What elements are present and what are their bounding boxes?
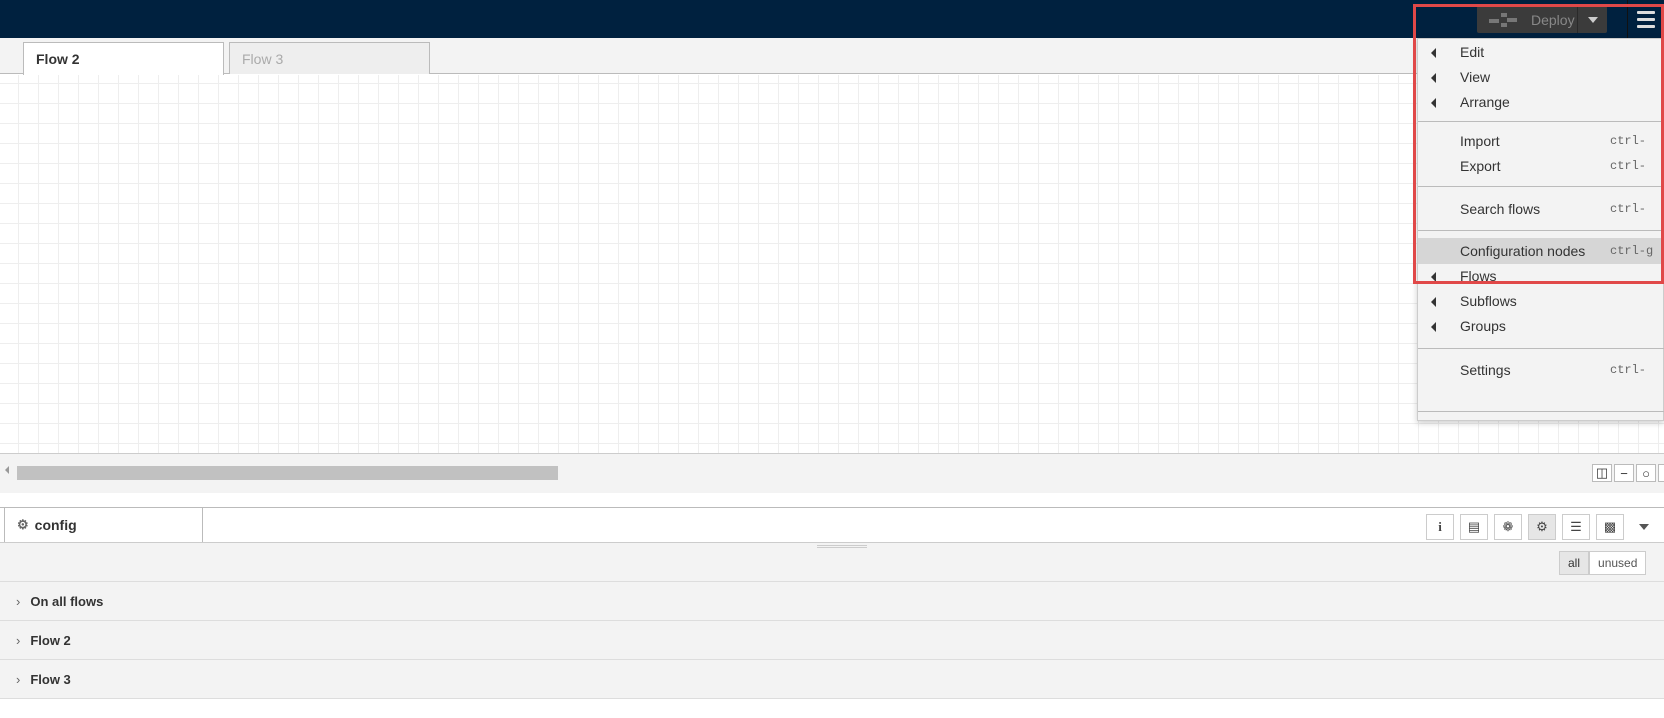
config-filter: all unused [1559, 551, 1647, 575]
menu-divider [1418, 411, 1664, 412]
chevron-right-icon: › [16, 593, 21, 609]
book-icon[interactable]: ▤ [1460, 514, 1488, 540]
caret-left-icon [1431, 73, 1436, 83]
horizontal-scrollbar[interactable] [17, 466, 558, 480]
zoom-in-icon[interactable]: + [1658, 464, 1664, 482]
chevron-down-icon[interactable] [1639, 524, 1649, 530]
chevron-right-icon: › [16, 632, 21, 648]
menu-divider [1418, 230, 1664, 231]
menu-item-configuration-nodes[interactable]: Configuration nodes ctrl-g [1418, 238, 1664, 264]
main-menu-dropdown: Edit View Arrange Import ctrl- Export ct… [1417, 38, 1664, 421]
caret-left-icon [1431, 297, 1436, 307]
caret-left-icon [1431, 322, 1436, 332]
deploy-caret-icon[interactable] [1577, 6, 1607, 33]
menu-item-search-flows[interactable]: Search flows ctrl- [1418, 196, 1664, 222]
sidebar: ⚙ config i ▤ ❁ ⚙ ☰ ▩ all unused › On all… [0, 507, 1664, 718]
menu-item-settings[interactable]: Settings ctrl- [1418, 357, 1664, 383]
section-label: Flow 3 [30, 671, 71, 687]
header-bar: Deploy [0, 0, 1664, 38]
menu-item-subflows[interactable]: Subflows [1418, 288, 1664, 314]
section-flow-3[interactable]: › Flow 3 [0, 659, 1664, 698]
menu-item-groups[interactable]: Groups [1418, 313, 1664, 339]
menu-divider [1418, 121, 1664, 122]
gear-icon[interactable]: ⚙ [1528, 514, 1556, 540]
shortcut-label: ctrl- [1610, 134, 1647, 148]
hamburger-icon [1637, 10, 1655, 14]
bug-icon[interactable]: ❁ [1494, 514, 1522, 540]
caret-left-icon [1431, 48, 1436, 58]
tab-flow-3[interactable]: Flow 3 [229, 42, 430, 74]
main-menu-button[interactable] [1627, 0, 1664, 38]
workspace-footer: ◫ − ○ + [0, 453, 1664, 493]
gear-icon: ⚙ [17, 517, 29, 532]
sidebar-tab-config[interactable]: ⚙ config [4, 507, 203, 542]
scroll-left-icon[interactable] [5, 466, 9, 474]
sidebar-tab-label: config [34, 517, 77, 533]
zoom-out-icon[interactable]: − [1614, 464, 1634, 482]
deploy-button[interactable]: Deploy [1477, 6, 1607, 33]
map-icon[interactable]: ◫ [1592, 464, 1612, 482]
section-divider [0, 698, 1664, 718]
shortcut-label: ctrl- [1610, 202, 1647, 216]
database-icon[interactable]: ☰ [1562, 514, 1590, 540]
flow-canvas[interactable] [0, 75, 1664, 453]
caret-left-icon [1431, 98, 1436, 108]
menu-item-arrange[interactable]: Arrange [1418, 89, 1664, 115]
config-nodes-panel: all unused › On all flows › Flow 2 › Flo… [0, 542, 1664, 718]
shortcut-label: ctrl- [1610, 159, 1647, 173]
shortcut-label: ctrl- [1610, 363, 1647, 377]
shortcut-label: ctrl-g [1610, 244, 1654, 258]
sidebar-tab-icons: i ▤ ❁ ⚙ ☰ ▩ [1426, 514, 1624, 540]
chart-icon[interactable]: ▩ [1596, 514, 1624, 540]
zoom-controls: ◫ − ○ + [1590, 464, 1664, 482]
section-label: Flow 2 [30, 632, 71, 648]
menu-item-flows[interactable]: Flows [1418, 263, 1664, 289]
caret-left-icon [1431, 272, 1436, 282]
section-label: On all flows [30, 593, 104, 609]
menu-item-import[interactable]: Import ctrl- [1418, 128, 1664, 154]
menu-item-export[interactable]: Export ctrl- [1418, 153, 1664, 179]
info-icon[interactable]: i [1426, 514, 1454, 540]
deploy-icon [1489, 12, 1519, 27]
tab-flow-2[interactable]: Flow 2 [23, 42, 224, 75]
chevron-right-icon: › [16, 671, 21, 687]
zoom-reset-icon[interactable]: ○ [1636, 464, 1656, 482]
menu-divider [1418, 186, 1664, 187]
menu-item-edit[interactable]: Edit [1418, 39, 1664, 65]
menu-divider [1418, 348, 1664, 349]
resize-handle[interactable] [817, 545, 867, 548]
menu-item-view[interactable]: View [1418, 64, 1664, 90]
workspace-tabbar: Flow 2 Flow 3 [0, 38, 1664, 75]
section-on-all-flows[interactable]: › On all flows [0, 581, 1664, 620]
filter-unused-button[interactable]: unused [1589, 551, 1647, 575]
filter-all-button[interactable]: all [1559, 551, 1590, 575]
deploy-label: Deploy [1531, 11, 1575, 28]
section-flow-2[interactable]: › Flow 2 [0, 620, 1664, 659]
